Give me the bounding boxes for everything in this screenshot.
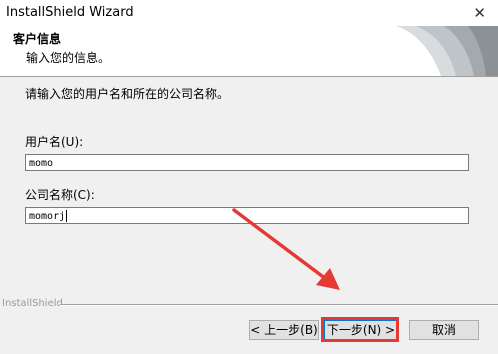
window-title: InstallShield Wizard [6, 5, 134, 20]
title-bar: InstallShield Wizard ✕ [0, 0, 498, 26]
company-name-label: 公司名称(C): [25, 188, 95, 202]
header-graphic-icon [386, 26, 498, 76]
brand-label: InstallShield [2, 298, 63, 309]
text-caret [66, 210, 68, 222]
header-subtitle: 输入您的信息。 [26, 51, 111, 65]
instruction-text: 请输入您的用户名和所在的公司名称。 [25, 87, 230, 101]
wizard-body: 请输入您的用户名和所在的公司名称。 用户名(U): momo 公司名称(C): … [0, 77, 498, 301]
user-name-label: 用户名(U): [25, 135, 84, 149]
wizard-header: 客户信息 输入您的信息。 [0, 26, 498, 77]
header-title: 客户信息 [13, 32, 62, 46]
user-name-value: momo [29, 158, 54, 169]
footer-divider [60, 304, 498, 306]
back-button[interactable]: < 上一步(B) [249, 320, 319, 340]
installer-window: InstallShield Wizard ✕ 客户信息 输入您的信息。 请输入您… [0, 0, 498, 354]
next-button-highlight [321, 317, 399, 342]
user-name-input[interactable]: momo [25, 154, 469, 171]
close-icon[interactable]: ✕ [473, 4, 486, 22]
company-name-input[interactable]: momorj [25, 207, 469, 224]
cancel-button[interactable]: 取消 [409, 320, 479, 340]
company-name-value: momorj [29, 211, 66, 222]
